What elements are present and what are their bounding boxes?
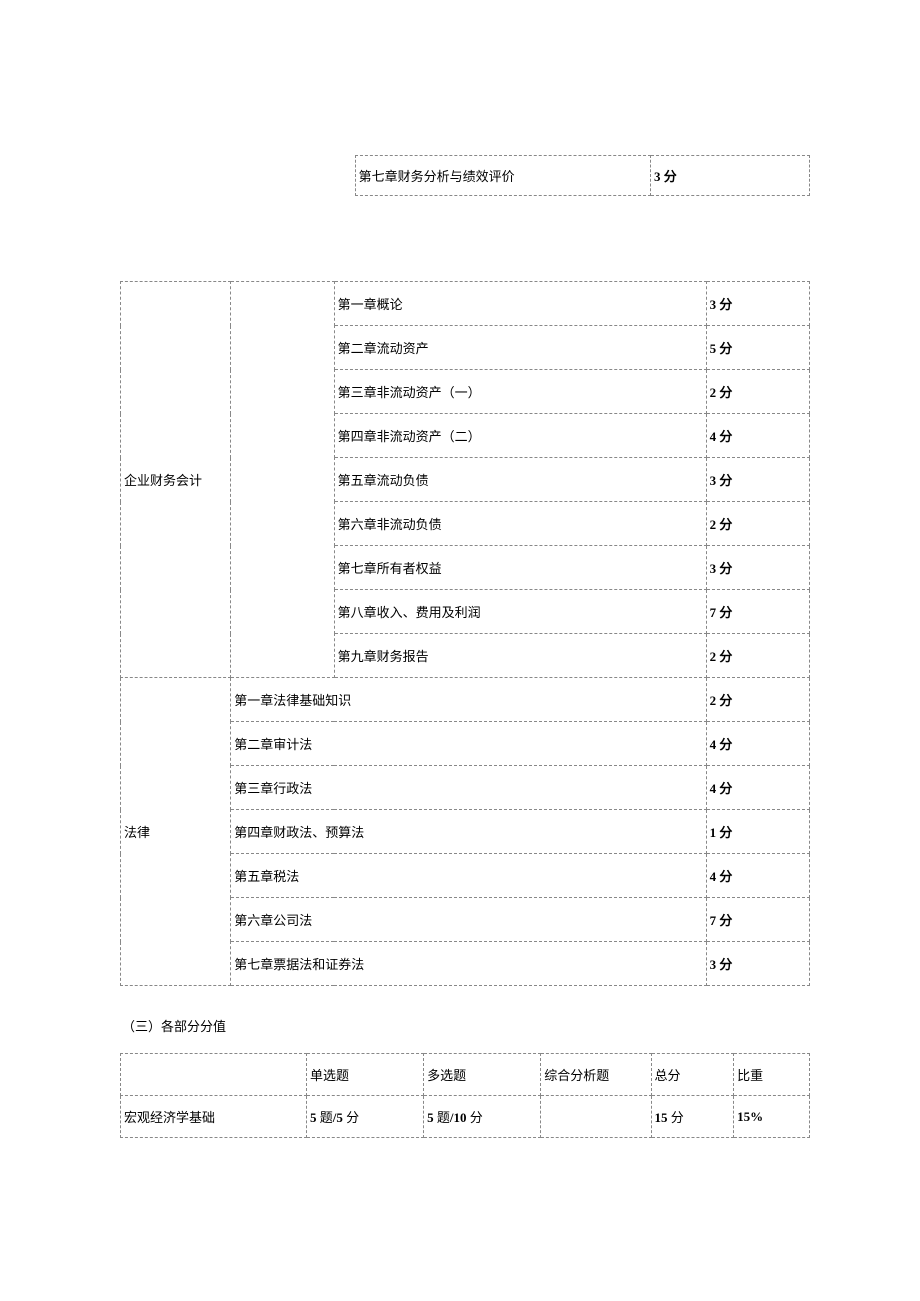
- header-cell: 总分: [651, 1054, 734, 1096]
- score-cell: 1 分: [706, 810, 809, 854]
- main-chapters-table: 企业财务会计 第一章概论 3 分 第二章流动资产 5 分 第三章非流动资产（一）…: [120, 281, 810, 986]
- header-cell: 单选题: [307, 1054, 424, 1096]
- chapter-cell: 第七章票据法和证券法: [231, 942, 706, 986]
- chapter-cell: 第五章流动负债: [334, 458, 706, 502]
- chapter-cell: 第三章行政法: [231, 766, 706, 810]
- chapter-cell: 第一章概论: [334, 282, 706, 326]
- header-cell: 多选题: [424, 1054, 541, 1096]
- score-cell: 2 分: [706, 634, 809, 678]
- scores-table: 单选题 多选题 综合分析题 总分 比重 宏观经济学基础 5 题/5 分 5 题/…: [120, 1053, 810, 1138]
- chapter-cell: 第四章财政法、预算法: [231, 810, 706, 854]
- header-cell: 综合分析题: [541, 1054, 651, 1096]
- score-cell: 4 分: [706, 414, 809, 458]
- score-cell: 4 分: [706, 766, 809, 810]
- empty-cell: [231, 282, 334, 678]
- chapter-cell: 第八章收入、费用及利润: [334, 590, 706, 634]
- score-cell: 5 题/5 分: [307, 1096, 424, 1138]
- table-header-row: 单选题 多选题 综合分析题 总分 比重: [121, 1054, 810, 1096]
- score-cell: 3 分: [650, 156, 809, 196]
- chapter-cell: 第七章所有者权益: [334, 546, 706, 590]
- chapter-cell: 第五章税法: [231, 854, 706, 898]
- chapter-cell: 第六章非流动负债: [334, 502, 706, 546]
- category-cell: 企业财务会计: [121, 282, 231, 678]
- chapter-cell: 第七章财务分析与绩效评价: [355, 156, 650, 196]
- chapter-cell: 第一章法律基础知识: [231, 678, 706, 722]
- score-cell: 2 分: [706, 370, 809, 414]
- chapter-cell: 第六章公司法: [231, 898, 706, 942]
- chapter-cell: 第四章非流动资产（二）: [334, 414, 706, 458]
- category-cell: 法律: [121, 678, 231, 986]
- score-cell: 4 分: [706, 722, 809, 766]
- top-fragment-table: 第七章财务分析与绩效评价 3 分: [355, 155, 810, 196]
- table-row: 法律 第一章法律基础知识 2 分: [121, 678, 810, 722]
- chapter-cell: 第九章财务报告: [334, 634, 706, 678]
- score-cell: 3 分: [706, 546, 809, 590]
- score-cell: 3 分: [706, 942, 809, 986]
- section-heading: （三）各部分分值: [120, 1016, 810, 1035]
- table-row: 宏观经济学基础 5 题/5 分 5 题/10 分 15 分 15%: [121, 1096, 810, 1138]
- score-cell: 2 分: [706, 502, 809, 546]
- chapter-cell: 第三章非流动资产（一）: [334, 370, 706, 414]
- score-cell: 15%: [734, 1096, 810, 1138]
- table-row: 企业财务会计 第一章概论 3 分: [121, 282, 810, 326]
- chapter-cell: 第二章审计法: [231, 722, 706, 766]
- header-cell: 比重: [734, 1054, 810, 1096]
- score-cell: 3 分: [706, 282, 809, 326]
- score-cell: 5 题/10 分: [424, 1096, 541, 1138]
- score-cell: 5 分: [706, 326, 809, 370]
- score-cell: 7 分: [706, 590, 809, 634]
- score-cell: 2 分: [706, 678, 809, 722]
- score-cell: 3 分: [706, 458, 809, 502]
- row-label-cell: 宏观经济学基础: [121, 1096, 307, 1138]
- score-cell: [541, 1096, 651, 1138]
- chapter-cell: 第二章流动资产: [334, 326, 706, 370]
- table-row: 第七章财务分析与绩效评价 3 分: [355, 156, 809, 196]
- score-cell: 4 分: [706, 854, 809, 898]
- header-cell: [121, 1054, 307, 1096]
- score-cell: 15 分: [651, 1096, 734, 1138]
- score-cell: 7 分: [706, 898, 809, 942]
